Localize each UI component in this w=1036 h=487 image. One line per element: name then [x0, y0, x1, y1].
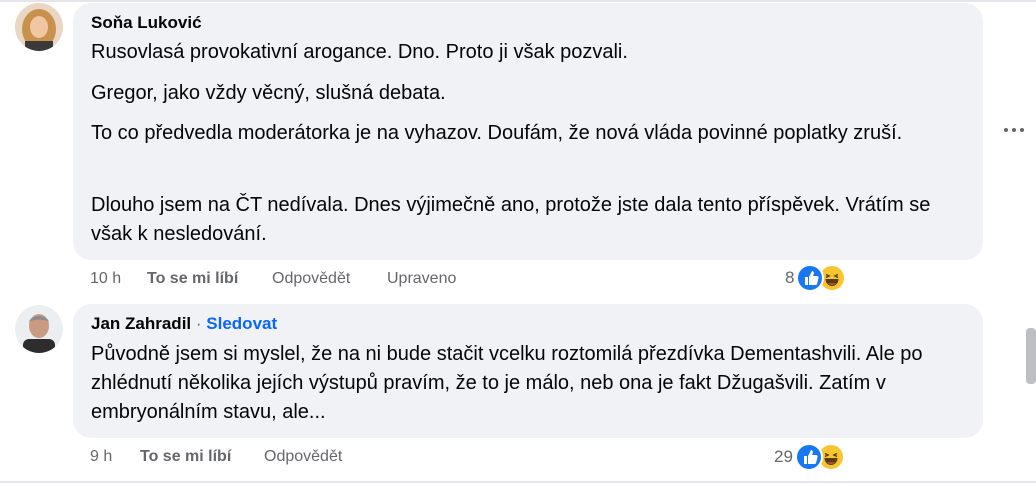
separator-dot: ·: [195, 314, 202, 333]
reaction-count: 8: [785, 268, 795, 287]
scrollbar-thumb[interactable]: [1026, 328, 1036, 384]
timestamp: 9 h: [90, 448, 113, 465]
avatar[interactable]: [15, 3, 63, 51]
reply-button[interactable]: Odpovědět: [264, 448, 342, 466]
comment-paragraph: Gregor, jako vždy věcný, slušná debata.: [91, 82, 446, 104]
reply-button[interactable]: Odpovědět: [272, 270, 350, 288]
edited-label[interactable]: Upraveno: [387, 270, 456, 288]
reactions-summary[interactable]: 8: [785, 264, 847, 292]
comment-bubble: Jan Zahradil · Sledovat Původně jsem si …: [73, 304, 983, 438]
top-divider: [0, 0, 1036, 2]
comment-paragraph: To co předvedla moderátorka je na vyhazo…: [91, 122, 903, 144]
comment-bubble: Soňa Luković Rusovlasá provokativní arog…: [73, 3, 983, 260]
like-button[interactable]: To se mi líbí: [140, 448, 231, 466]
follow-button[interactable]: Sledovat: [206, 314, 277, 333]
like-button[interactable]: To se mi líbí: [147, 270, 238, 288]
author-row: Soňa Luković: [91, 13, 202, 33]
comment-paragraph: Rusovlasá provokativní arogance. Dno. Pr…: [91, 41, 628, 63]
avatar[interactable]: [15, 305, 63, 353]
comment-paragraph: Dlouho jsem na ČT nedívala. Dnes výjimeč…: [91, 194, 931, 245]
like-icon: [796, 264, 825, 292]
bottom-divider: [0, 481, 1036, 483]
like-icon: [794, 443, 823, 471]
timestamp: 10 h: [90, 270, 122, 287]
author-name[interactable]: Soňa Luković: [91, 13, 202, 32]
author-row: Jan Zahradil · Sledovat: [91, 314, 277, 334]
more-options-icon[interactable]: [1002, 120, 1026, 140]
reaction-count: 29: [774, 447, 793, 466]
reactions-summary[interactable]: 29: [774, 443, 845, 471]
comment-paragraph: Původně jsem si myslel, že na ni bude st…: [91, 343, 923, 423]
author-name[interactable]: Jan Zahradil: [91, 314, 191, 333]
